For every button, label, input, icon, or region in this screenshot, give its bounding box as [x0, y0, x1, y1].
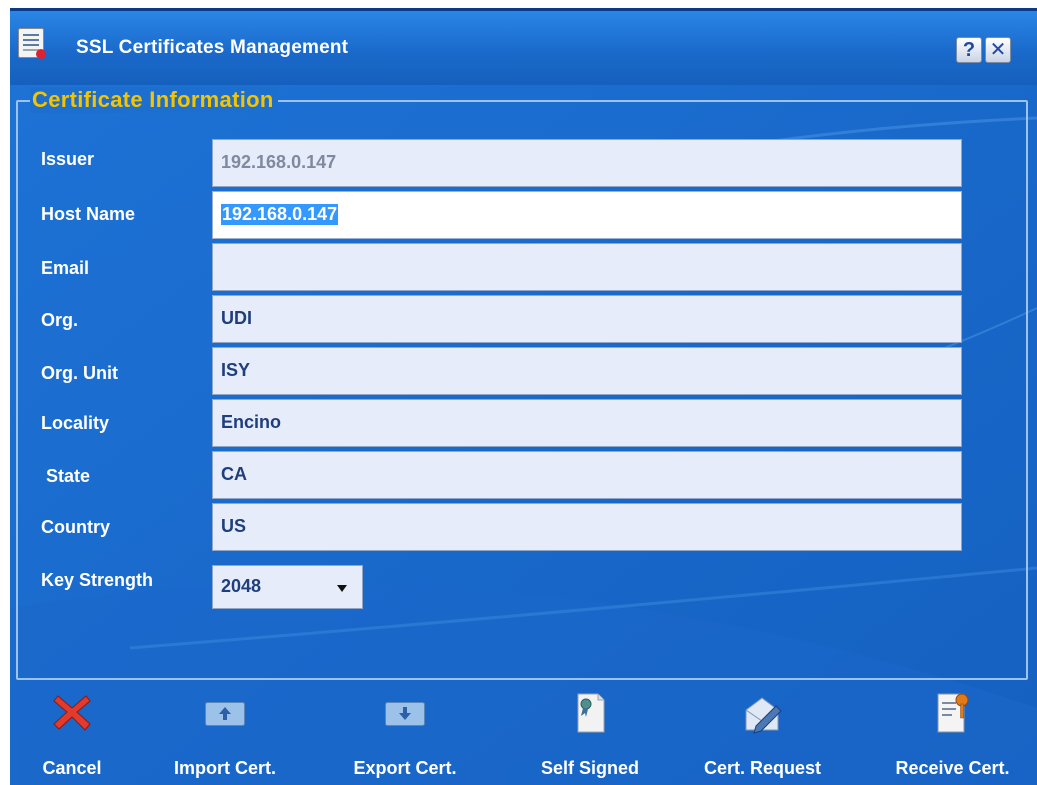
cancel-button[interactable]: Cancel: [22, 680, 122, 785]
ssl-certificates-window: SSL Certificates Management ? ✕ Certific…: [10, 8, 1037, 785]
export-cert-button[interactable]: Export Cert.: [330, 680, 480, 785]
locality-label: Locality: [41, 413, 110, 433]
host-name-label: Host Name: [41, 204, 136, 224]
issuer-label: Issuer: [41, 149, 95, 169]
country-value: US: [221, 516, 247, 536]
receive-cert-button[interactable]: Receive Cert.: [870, 680, 1035, 785]
state-field[interactable]: CA: [212, 451, 962, 499]
key-strength-label: Key Strength: [41, 570, 154, 590]
certificate-key-icon: [937, 693, 968, 733]
key-strength-select[interactable]: 2048: [212, 565, 363, 609]
certificate-ribbon-icon: [577, 693, 605, 733]
action-toolbar: Cancel Import Cert. Export Cert. Self Si…: [10, 680, 1037, 785]
receive-cert-label: Receive Cert.: [895, 758, 1010, 778]
import-tray-icon: [205, 702, 245, 731]
help-button[interactable]: ?: [956, 37, 982, 63]
locality-value: Encino: [221, 412, 282, 432]
state-value: CA: [221, 464, 247, 484]
org-unit-label: Org. Unit: [41, 363, 118, 383]
org-field[interactable]: UDI: [212, 295, 962, 343]
section-title: Certificate Information: [30, 87, 278, 113]
certificate-document-icon: [18, 28, 46, 59]
org-value: UDI: [221, 308, 252, 328]
org-unit-value: ISY: [221, 360, 251, 380]
self-signed-label: Self Signed: [540, 758, 639, 778]
envelope-pen-icon: [745, 697, 782, 734]
self-signed-button[interactable]: Self Signed: [515, 680, 665, 785]
export-tray-icon: [385, 702, 425, 731]
import-cert-label: Import Cert.: [173, 758, 276, 778]
country-label: Country: [41, 517, 110, 537]
locality-field[interactable]: Encino: [212, 399, 962, 447]
cert-request-button[interactable]: Cert. Request: [675, 680, 850, 785]
email-label: Email: [41, 258, 90, 278]
title-bar[interactable]: SSL Certificates Management ? ✕: [10, 11, 1037, 85]
state-label: State: [46, 466, 91, 486]
host-name-field[interactable]: 192.168.0.147: [212, 191, 962, 239]
red-x-icon: [53, 695, 91, 731]
import-cert-button[interactable]: Import Cert.: [150, 680, 300, 785]
issuer-field: 192.168.0.147: [212, 139, 962, 187]
org-label: Org.: [41, 310, 79, 330]
issuer-value: 192.168.0.147: [221, 152, 337, 172]
key-strength-value: 2048: [221, 576, 262, 596]
close-button[interactable]: ✕: [985, 37, 1011, 63]
country-field[interactable]: US: [212, 503, 962, 551]
window-title: SSL Certificates Management: [76, 37, 349, 58]
cancel-label: Cancel: [42, 758, 102, 778]
host-name-value[interactable]: 192.168.0.147: [221, 204, 339, 225]
cert-request-label: Cert. Request: [703, 758, 822, 778]
org-unit-field[interactable]: ISY: [212, 347, 962, 395]
dropdown-arrow-icon[interactable]: [337, 585, 347, 592]
email-field[interactable]: [212, 243, 962, 291]
export-cert-label: Export Cert.: [353, 758, 457, 778]
